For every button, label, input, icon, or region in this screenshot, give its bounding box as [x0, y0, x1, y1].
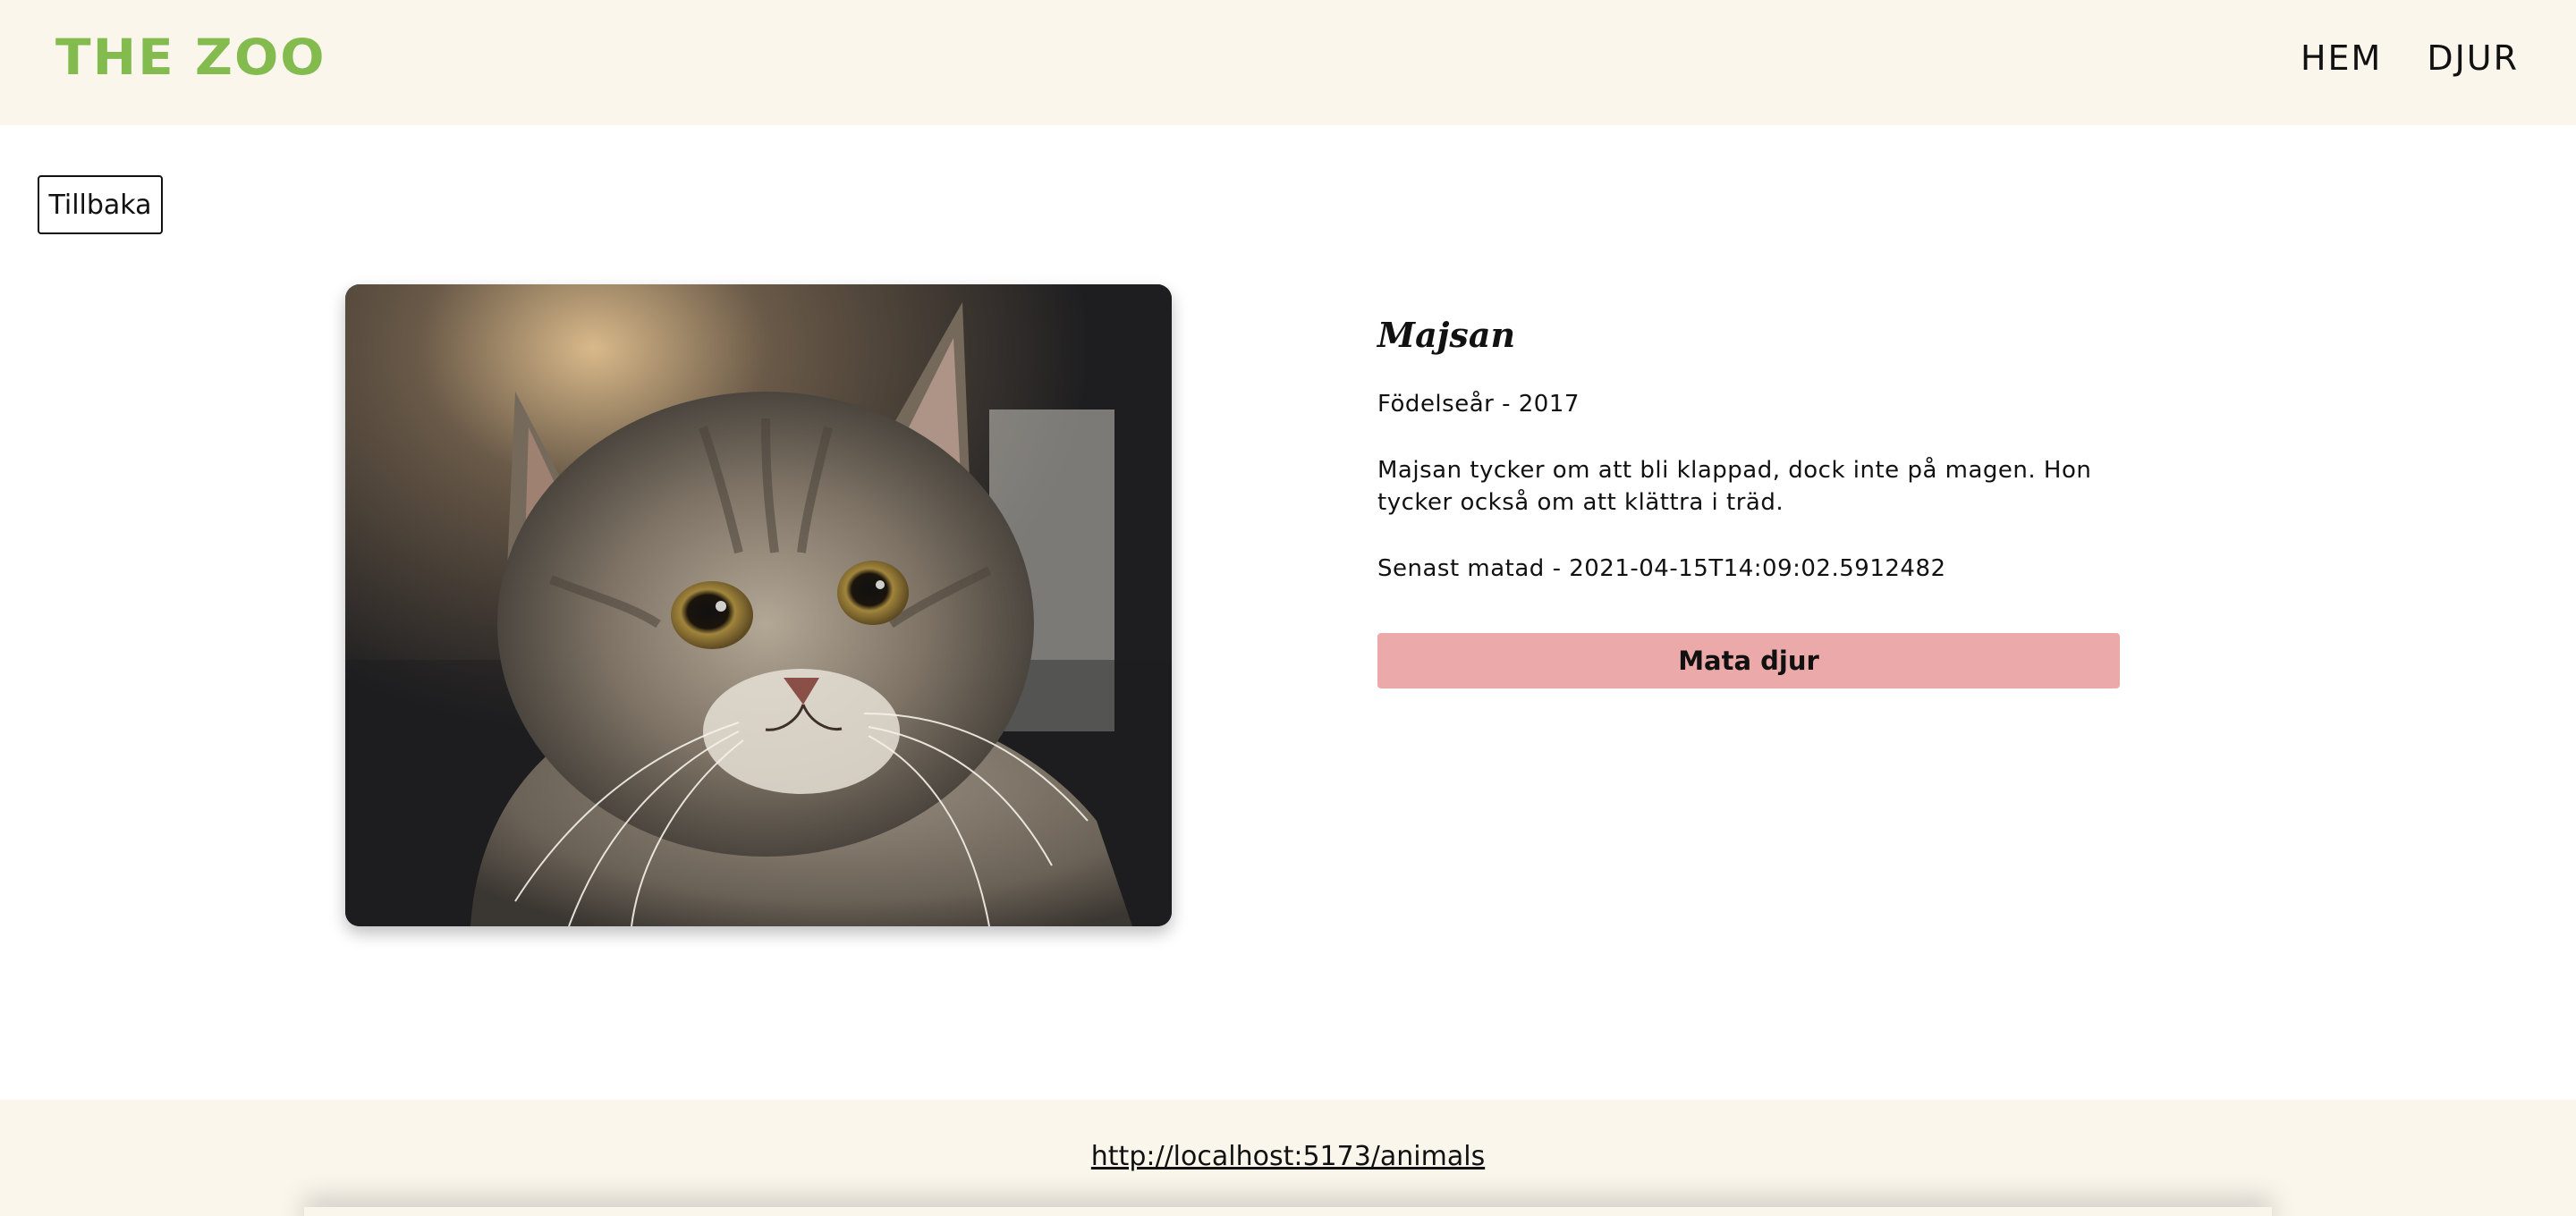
main-nav: HEM DJUR: [2301, 34, 2519, 82]
feed-animal-button[interactable]: Mata djur: [1377, 633, 2120, 688]
site-footer: http://localhost:5173/animals: [0, 1100, 2576, 1216]
cat-photo-icon: [345, 284, 1172, 926]
site-header: THE ZOO HEM DJUR: [0, 0, 2576, 125]
footer-link[interactable]: http://localhost:5173/animals: [0, 1141, 2576, 1172]
last-fed: Senast matad - 2021-04-15T14:09:02.59124…: [1377, 555, 1946, 582]
animal-info: Majsan Födelseår - 2017 Majsan tycker om…: [1377, 304, 2165, 688]
footer-shadow: [304, 1207, 2272, 1216]
animal-name: Majsan: [1377, 315, 1516, 355]
site-logo[interactable]: THE ZOO: [55, 27, 326, 88]
nav-item-hem[interactable]: HEM: [2301, 34, 2382, 82]
nav-item-djur[interactable]: DJUR: [2427, 34, 2519, 82]
animal-description: Majsan tycker om att bli klappad, dock i…: [1377, 457, 2092, 516]
birth-year: Födelseår - 2017: [1377, 391, 1580, 418]
animal-photo: [345, 284, 1172, 926]
back-button[interactable]: Tillbaka: [38, 175, 163, 234]
